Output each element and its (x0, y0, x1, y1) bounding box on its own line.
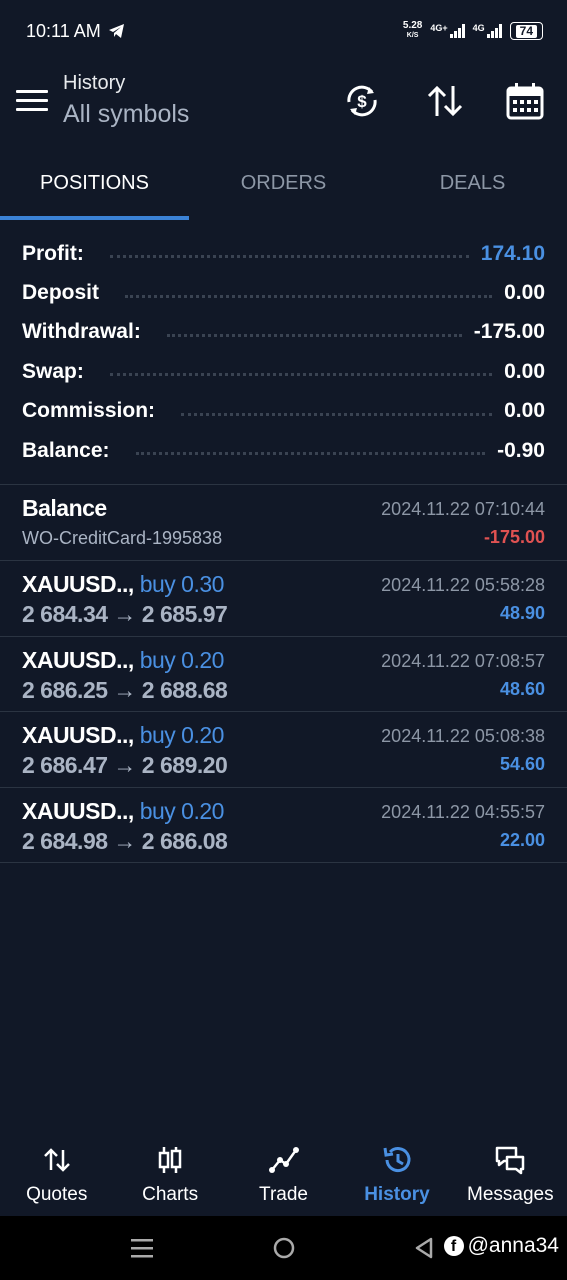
position-side: buy 0.30 (139, 571, 225, 597)
summary-row-balance: Balance: -0.90 (22, 438, 545, 462)
currency-refresh-icon[interactable]: $ (341, 80, 383, 122)
withdrawal-value: -175.00 (473, 320, 545, 344)
app-bar: History All symbols $ (0, 62, 567, 157)
trend-line-icon (268, 1147, 299, 1173)
summary-row-commission: Commission: 0.00 (22, 399, 545, 423)
recent-apps-icon[interactable] (131, 1236, 153, 1260)
summary-row-swap: Swap: 0.00 (22, 359, 545, 383)
balance-entry-title: Balance (22, 495, 107, 521)
dotted-leader (109, 373, 493, 377)
nav-messages[interactable]: Messages (454, 1130, 567, 1216)
position-time: 2024.11.22 05:58:28 (381, 575, 545, 595)
system-navigation-bar: f @anna34 (0, 1216, 567, 1280)
summary-row-deposit: Deposit 0.00 (22, 281, 545, 305)
watermark: f @anna34 (443, 1234, 559, 1258)
calendar-icon[interactable] (504, 80, 546, 122)
tab-bar: POSITIONS ORDERS DEALS (0, 157, 567, 221)
position-side: buy 0.20 (139, 798, 225, 824)
status-right: 5.28 K/S 4G+ 4G 74 (403, 21, 543, 41)
arrows-updown-icon (43, 1148, 70, 1172)
list-item-balance[interactable]: Balance WO-CreditCard-1995838 2024.11.22… (0, 485, 567, 560)
position-profit: 54.60 (499, 754, 545, 774)
tab-indicator (0, 216, 189, 220)
position-symbol: XAUUSD.., (22, 571, 134, 597)
list-item-position[interactable]: XAUUSD.., buy 0.20 2 686.47 → 2 689.20 2… (0, 712, 567, 787)
tab-orders[interactable]: ORDERS (189, 157, 378, 221)
facebook-icon: f (443, 1236, 464, 1256)
clock-history-icon (383, 1147, 411, 1173)
summary-row-withdrawal: Withdrawal: -175.00 (22, 320, 545, 344)
dotted-leader (109, 255, 469, 259)
nav-quotes[interactable]: Quotes (0, 1130, 113, 1216)
home-icon[interactable] (272, 1236, 296, 1260)
tab-deals[interactable]: DEALS (378, 157, 567, 221)
position-time: 2024.11.22 07:08:57 (381, 651, 545, 671)
deposit-value: 0.00 (504, 281, 545, 305)
position-symbol: XAUUSD.., (22, 798, 134, 824)
position-time: 2024.11.22 05:08:38 (381, 726, 545, 746)
nav-history[interactable]: History (340, 1130, 453, 1216)
position-symbol: XAUUSD.., (22, 647, 134, 673)
dotted-leader (125, 294, 493, 298)
list-item-position[interactable]: XAUUSD.., buy 0.30 2 684.34 → 2 685.97 2… (0, 561, 567, 636)
position-time: 2024.11.22 04:55:57 (381, 802, 545, 822)
position-prices: 2 684.34 → 2 685.97 (22, 601, 228, 627)
dotted-leader (181, 412, 493, 416)
divider (0, 862, 567, 863)
signal-sim2-icon: 4G (473, 24, 502, 38)
nav-charts[interactable]: Charts (113, 1130, 226, 1216)
balance-value: -0.90 (497, 438, 545, 462)
header-subtitle: History (63, 72, 126, 94)
nav-trade[interactable]: Trade (227, 1130, 340, 1216)
position-prices: 2 686.25 → 2 688.68 (22, 677, 228, 703)
menu-icon[interactable] (16, 90, 48, 116)
position-prices: 2 686.47 → 2 689.20 (22, 752, 228, 778)
tab-positions[interactable]: POSITIONS (0, 157, 189, 221)
network-speed: 5.28 K/S (402, 20, 423, 40)
sort-icon[interactable] (424, 80, 466, 122)
back-icon[interactable] (414, 1236, 434, 1260)
battery-icon: 74 (509, 22, 543, 40)
position-side: buy 0.20 (139, 647, 225, 673)
position-symbol: XAUUSD.., (22, 722, 134, 748)
balance-entry-time: 2024.11.22 07:10:44 (381, 499, 545, 519)
position-profit: 22.00 (499, 830, 545, 850)
telegram-icon (108, 24, 124, 38)
signal-sim1-icon: 4G+ (430, 24, 465, 38)
dotted-leader (166, 333, 462, 337)
status-left: 10:11 AM (26, 21, 125, 42)
position-profit: 48.60 (499, 679, 545, 699)
commission-value: 0.00 (504, 399, 545, 423)
summary-row-profit: Profit: 174.10 (22, 241, 545, 265)
balance-entry-amount: -175.00 (483, 527, 545, 547)
list-item-position[interactable]: XAUUSD.., buy 0.20 2 686.25 → 2 688.68 2… (0, 637, 567, 712)
clock: 10:11 AM (26, 20, 101, 41)
symbol-filter[interactable]: All symbols (63, 100, 189, 129)
candlestick-icon (158, 1147, 182, 1173)
position-prices: 2 684.98 → 2 686.08 (22, 828, 228, 854)
status-bar: 10:11 AM 5.28 K/S 4G+ 4G 74 (0, 0, 567, 62)
dotted-leader (135, 452, 486, 456)
position-profit: 48.90 (499, 603, 545, 623)
swap-value: 0.00 (504, 359, 545, 383)
position-side: buy 0.20 (139, 722, 225, 748)
summary-panel: Profit: 174.10 Deposit 0.00 Withdrawal: … (0, 234, 567, 470)
bottom-navigation: Quotes Charts Trade History Messages (0, 1130, 567, 1216)
svg-text:$: $ (357, 92, 367, 111)
profit-value: 174.10 (480, 241, 545, 265)
list-item-position[interactable]: XAUUSD.., buy 0.20 2 684.98 → 2 686.08 2… (0, 788, 567, 863)
chat-bubbles-icon (496, 1146, 525, 1175)
balance-entry-comment: WO-CreditCard-1995838 (22, 528, 223, 548)
